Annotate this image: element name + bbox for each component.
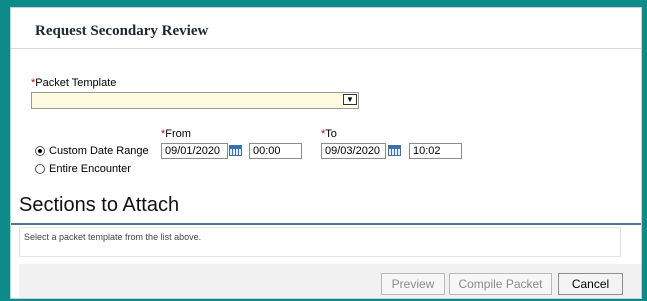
to-time-input[interactable]: 10:02 — [409, 143, 462, 159]
to-date-input[interactable]: 09/03/2020 — [321, 143, 386, 159]
sections-list: Select a packet template from the list a… — [19, 227, 621, 257]
sections-empty-message: Select a packet template from the list a… — [24, 232, 202, 242]
chevron-down-icon[interactable]: ▼ — [343, 94, 357, 105]
packet-template-label-text: Packet Template — [35, 77, 117, 89]
sections-title: Sections to Attach — [19, 194, 180, 216]
dialog-footer: Preview Compile Packet Cancel — [19, 264, 641, 298]
preview-button[interactable]: Preview — [381, 273, 445, 295]
custom-date-range-label: Custom Date Range — [49, 145, 149, 157]
dialog-title: Request Secondary Review — [35, 23, 209, 39]
entire-encounter-option[interactable]: Entire Encounter — [35, 163, 131, 175]
entire-encounter-radio[interactable] — [35, 164, 45, 174]
to-label: *To — [321, 128, 337, 140]
packet-template-label: *Packet Template — [31, 77, 116, 89]
custom-date-range-radio[interactable] — [35, 146, 45, 156]
from-label-text: From — [165, 128, 191, 140]
from-time-input[interactable]: 00:00 — [249, 143, 302, 159]
calendar-icon[interactable] — [388, 145, 401, 156]
custom-date-range-option[interactable]: Custom Date Range — [35, 145, 149, 157]
packet-template-select[interactable]: ▼ — [31, 92, 359, 109]
entire-encounter-label: Entire Encounter — [49, 163, 131, 175]
compile-packet-button[interactable]: Compile Packet — [449, 273, 552, 295]
request-secondary-review-dialog: Request Secondary Review *Packet Templat… — [10, 7, 642, 299]
dialog-title-bar: Request Secondary Review — [11, 8, 641, 49]
from-label: *From — [161, 128, 191, 140]
calendar-icon[interactable] — [229, 145, 242, 156]
cancel-button[interactable]: Cancel — [558, 273, 623, 295]
sections-header: Sections to Attach — [11, 191, 641, 225]
to-label-text: To — [325, 128, 337, 140]
from-date-input[interactable]: 09/01/2020 — [161, 143, 228, 159]
